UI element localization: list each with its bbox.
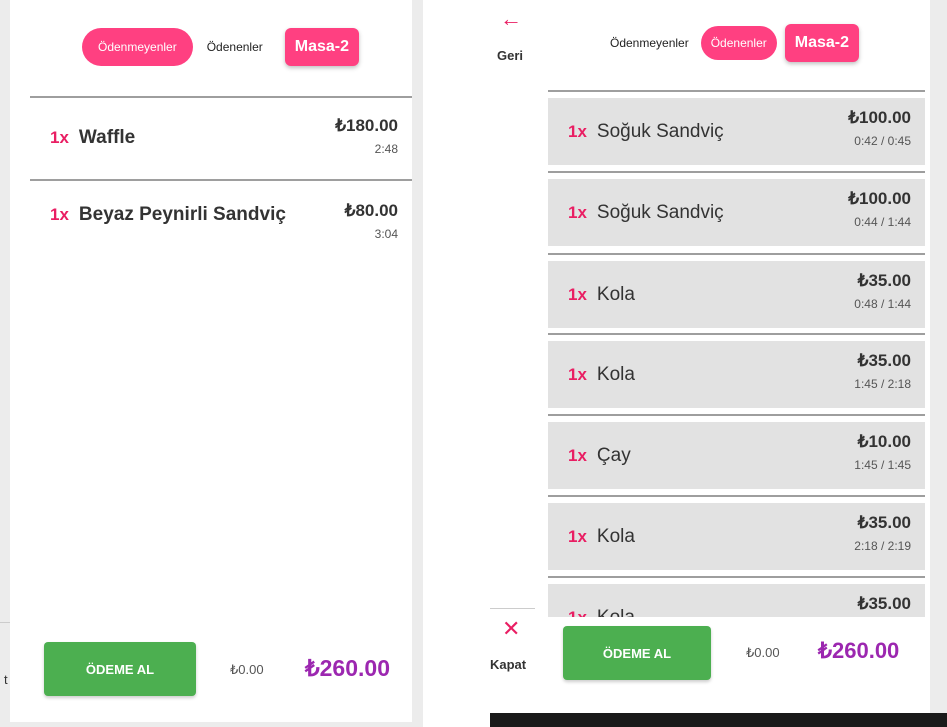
tab-paid[interactable]: Ödenenler <box>195 28 275 66</box>
item-name: Kola <box>596 283 635 305</box>
right-edge-strip <box>930 0 947 713</box>
close-icon[interactable]: ✕ <box>502 616 520 642</box>
right-tab-bar: Ödenmeyenler Ödenenler Masa-2 <box>598 24 860 62</box>
pay-button[interactable]: ÖDEME AL <box>563 626 711 680</box>
list-item[interactable]: 1x Soğuk Sandviç ₺100.00 0:42 / 0:45 <box>548 98 925 165</box>
paid-amount: ₺0.00 <box>746 645 780 660</box>
divider <box>548 333 925 335</box>
total-amount: ₺260.00 <box>818 638 900 663</box>
divider <box>548 495 925 497</box>
item-qty: 1x <box>50 128 69 147</box>
item-time: 1:45 / 2:18 <box>854 377 911 391</box>
divider <box>548 253 925 255</box>
item-qty: 1x <box>568 202 587 222</box>
item-qty: 1x <box>50 205 69 224</box>
item-name: Kola <box>596 606 635 618</box>
item-time: 0:44 / 1:44 <box>854 215 911 229</box>
left-edge-label: t <box>4 672 8 687</box>
item-name: Kola <box>596 363 635 385</box>
item-price: ₺10.00 <box>857 432 911 451</box>
list-item[interactable]: 1x Kola ₺35.00 0:48 / 1:44 <box>548 261 925 328</box>
item-qty: 1x <box>568 121 587 141</box>
item-time: 3:04 <box>374 227 398 241</box>
divider <box>548 90 925 92</box>
list-item[interactable]: 1x Beyaz Peynirli Sandviç ₺80.00 3:04 <box>30 181 412 263</box>
item-price: ₺100.00 <box>848 108 911 127</box>
item-time: 2:48 <box>374 142 398 156</box>
left-edge-divider <box>0 622 10 623</box>
item-price: ₺35.00 <box>857 351 911 370</box>
table-badge[interactable]: Masa-2 <box>784 24 860 62</box>
divider <box>548 414 925 416</box>
item-time: 0:42 / 0:45 <box>854 134 911 148</box>
order-list[interactable]: 1x Soğuk Sandviç ₺100.00 0:42 / 0:45 1x Soğ… <box>548 90 925 617</box>
item-qty: 1x <box>568 445 587 465</box>
sidebar-divider <box>490 608 535 609</box>
item-time: 2:18 / 2:19 <box>854 539 911 553</box>
list-item[interactable]: 1x Soğuk Sandviç ₺100.00 0:44 / 1:44 <box>548 179 925 246</box>
divider <box>548 171 925 173</box>
back-label[interactable]: Geri <box>497 48 523 63</box>
arrow-left-icon[interactable]: ← <box>500 6 522 32</box>
navigation-bar <box>490 713 947 727</box>
item-price: ₺100.00 <box>848 189 911 208</box>
tab-paid[interactable]: Ödenenler <box>700 26 777 60</box>
item-name: Kola <box>596 525 635 547</box>
list-item[interactable]: 1x Waffle ₺180.00 2:48 <box>30 98 412 180</box>
total-amount: ₺260.00 <box>305 655 390 681</box>
item-name: Çay <box>596 444 631 466</box>
item-qty: 1x <box>568 364 587 384</box>
left-tab-bar: Ödenmeyenler Ödenenler Masa-2 <box>82 28 360 66</box>
close-label[interactable]: Kapat <box>490 657 526 672</box>
list-item[interactable]: 1x Kola ₺35.00 1:45 / 2:18 <box>548 341 925 408</box>
tab-unpaid[interactable]: Ödenmeyenler <box>82 28 193 66</box>
item-qty: 1x <box>568 526 587 546</box>
item-price: ₺180.00 <box>335 116 398 135</box>
paid-amount: ₺0.00 <box>230 662 264 677</box>
pay-button[interactable]: ÖDEME AL <box>44 642 196 696</box>
item-time: 0:48 / 1:44 <box>854 297 911 311</box>
list-item[interactable]: 1x Çay ₺10.00 1:45 / 1:45 <box>548 422 925 489</box>
list-item[interactable]: 1x Kola ₺35.00 2:18 / 2:19 <box>548 503 925 570</box>
divider <box>548 576 925 578</box>
item-name: Soğuk Sandviç <box>596 201 724 223</box>
item-name: Soğuk Sandviç <box>596 120 724 142</box>
item-price: ₺35.00 <box>857 594 911 613</box>
item-qty: 1x <box>568 284 587 304</box>
tab-unpaid[interactable]: Ödenmeyenler <box>598 24 701 62</box>
item-price: ₺35.00 <box>857 271 911 290</box>
table-badge[interactable]: Masa-2 <box>284 28 360 66</box>
item-price: ₺80.00 <box>344 201 398 220</box>
item-name: Beyaz Peynirli Sandviç <box>78 204 286 225</box>
list-item[interactable]: 1x Kola ₺35.00 <box>548 584 925 617</box>
item-time: 1:45 / 1:45 <box>854 458 911 472</box>
item-name: Waffle <box>78 127 136 148</box>
item-qty: 1x <box>568 607 587 618</box>
item-price: ₺35.00 <box>857 513 911 532</box>
